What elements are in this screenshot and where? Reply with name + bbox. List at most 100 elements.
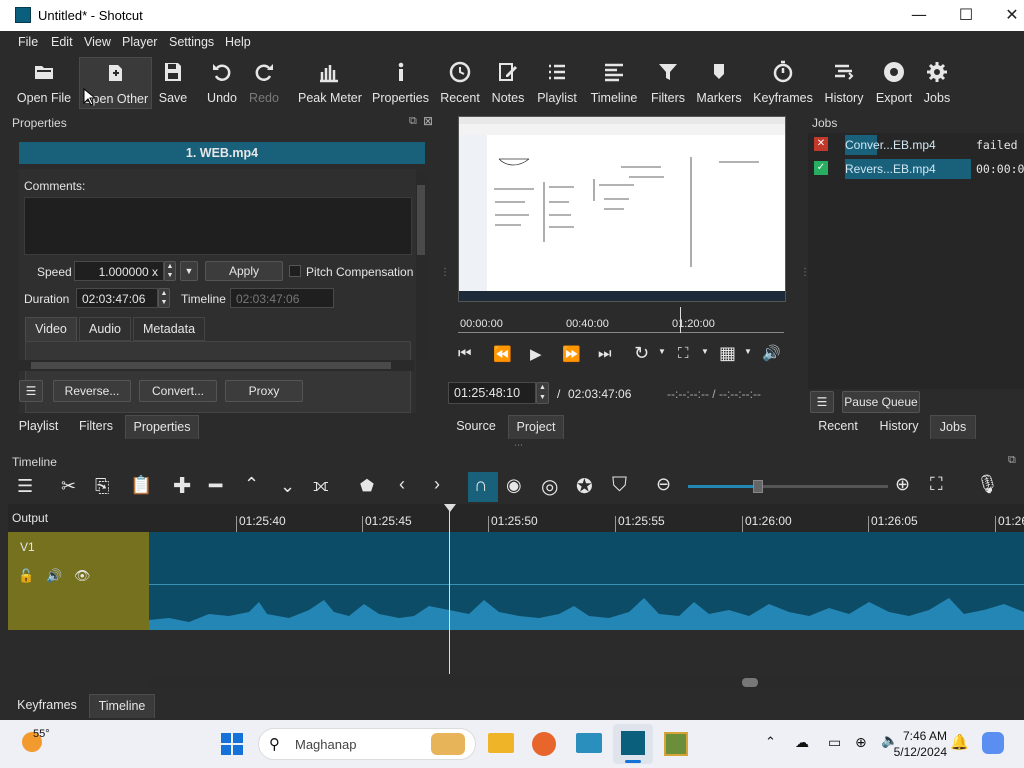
grid-icon[interactable]: ▦	[719, 343, 736, 364]
copilot-icon[interactable]	[982, 732, 1004, 754]
file-explorer-icon[interactable]	[488, 733, 514, 753]
fast-forward-icon[interactable]: ⏩	[562, 345, 581, 363]
panel-float-icon[interactable]: ⧉	[409, 115, 417, 128]
tab-audio[interactable]: Audio	[79, 317, 131, 341]
jobs-menu-button[interactable]: ☰	[810, 391, 834, 413]
pitch-compensation-checkbox[interactable]	[289, 265, 301, 277]
duration-field[interactable]: 02:03:47:06	[76, 288, 158, 308]
remote-desktop-icon[interactable]	[576, 733, 602, 753]
timeline-playhead-handle[interactable]	[444, 504, 456, 512]
volume-icon[interactable]: 🔊	[762, 344, 781, 362]
menu-settings[interactable]: Settings	[169, 35, 214, 49]
clock-time[interactable]: 7:46 AM	[897, 729, 947, 743]
clock-date[interactable]: 5/12/2024	[882, 745, 947, 759]
menu-edit[interactable]: Edit	[51, 35, 73, 49]
speed-field[interactable]: 1.000000 x	[74, 261, 164, 281]
search-box[interactable]: ⚲ Maghanap	[258, 728, 476, 760]
job-row[interactable]: ✕ Conver...EB.mp4 failed	[808, 135, 1024, 157]
skip-to-start-icon[interactable]: ⏮	[458, 345, 472, 362]
time-spinner[interactable]: ▲ ▼	[536, 382, 549, 404]
loop-dropdown-icon[interactable]: ▼	[658, 347, 666, 356]
properties-menu-button[interactable]: ☰	[19, 380, 43, 402]
properties-horizontal-scrollbar[interactable]	[19, 360, 414, 371]
maximize-button[interactable]: ☐	[943, 4, 989, 26]
menu-help[interactable]: Help	[225, 35, 251, 49]
lock-icon[interactable]: 🔓	[18, 568, 34, 584]
cut-icon[interactable]: ✂	[61, 476, 76, 497]
convert-button[interactable]: Convert...	[139, 380, 217, 402]
reverse-button[interactable]: Reverse...	[53, 380, 131, 402]
keyframes-button[interactable]: Keyframes	[753, 57, 813, 109]
export-button[interactable]: Export	[875, 57, 913, 109]
timeline-horizontal-scrollbar[interactable]	[148, 676, 1024, 688]
zoom-fit-icon[interactable]: ⛶	[678, 345, 689, 362]
ripple-all-icon[interactable]: ✪	[576, 474, 593, 499]
shotcut-taskbar-button[interactable]	[613, 724, 653, 764]
properties-button[interactable]: Properties	[372, 57, 429, 109]
next-marker-icon[interactable]: ›	[434, 474, 440, 495]
photo-app-icon[interactable]	[664, 732, 688, 756]
recent-button[interactable]: Recent	[440, 57, 480, 109]
zoom-dropdown-icon[interactable]: ▼	[701, 347, 709, 356]
tab-timeline[interactable]: Timeline	[89, 694, 155, 718]
notification-bell-icon[interactable]: 🔔	[950, 733, 969, 751]
cloud-offline-icon[interactable]: ☁	[795, 734, 809, 751]
menu-file[interactable]: File	[18, 35, 38, 49]
ripple-markers-icon[interactable]: ⛉	[612, 474, 627, 497]
zoom-slider[interactable]	[688, 480, 888, 493]
paste-icon[interactable]: 📋	[130, 475, 152, 496]
rewind-icon[interactable]: ⏪	[493, 345, 512, 363]
tab-history[interactable]: History	[872, 415, 926, 439]
marker-icon[interactable]: ⬟	[360, 476, 374, 496]
redo-button[interactable]: Redo	[247, 57, 281, 109]
tab-jobs[interactable]: Jobs	[930, 415, 976, 439]
scrub-icon[interactable]: ◉	[506, 475, 522, 496]
minimize-button[interactable]: —	[896, 4, 942, 26]
tab-keyframes[interactable]: Keyframes	[12, 694, 82, 718]
duration-spinner[interactable]: ▲ ▼	[158, 288, 170, 308]
overwrite-icon[interactable]: ⌄	[280, 476, 295, 497]
previous-marker-icon[interactable]: ‹	[399, 474, 405, 495]
tab-video[interactable]: Video	[25, 317, 77, 341]
speed-preset-dropdown[interactable]: ▼	[180, 261, 198, 281]
tab-filters[interactable]: Filters	[72, 415, 120, 439]
timeline-clip[interactable]	[149, 532, 1024, 630]
markers-button[interactable]: Markers	[696, 57, 742, 109]
timeline-button[interactable]: Timeline	[589, 57, 639, 109]
skip-to-end-icon[interactable]: ⏭	[598, 345, 612, 362]
current-time-field[interactable]: 01:25:48:10	[448, 382, 536, 404]
network-icon[interactable]: ⊕	[855, 734, 867, 751]
job-row[interactable]: ✓ Revers...EB.mp4 00:00:0	[808, 159, 1024, 181]
ripple-icon[interactable]: ◎	[541, 474, 558, 499]
tab-properties[interactable]: Properties	[125, 415, 199, 439]
player-ruler[interactable]: 00:00:00 00:40:00 01:20:00	[458, 307, 786, 335]
lift-icon[interactable]: ⌃	[244, 474, 259, 495]
tab-recent[interactable]: Recent	[810, 415, 866, 439]
display-icon[interactable]: ▭	[828, 734, 841, 751]
timeline-menu-icon[interactable]: ☰	[17, 476, 33, 497]
panel-close-icon[interactable]: ⊠	[423, 114, 433, 128]
append-icon[interactable]: ✚	[173, 473, 191, 499]
tab-project[interactable]: Project	[508, 415, 564, 439]
split-icon[interactable]: ⟗	[313, 475, 329, 496]
tab-playlist[interactable]: Playlist	[11, 415, 66, 439]
chevron-up-icon[interactable]: ⌃	[765, 734, 776, 750]
panel-float-icon[interactable]: ⧉	[1008, 454, 1016, 467]
zoom-fit-icon[interactable]: ⛶	[930, 474, 943, 495]
tab-source[interactable]: Source	[450, 415, 502, 439]
play-icon[interactable]: ▶	[530, 345, 542, 363]
zoom-in-icon[interactable]: ⊕	[895, 474, 910, 495]
loop-icon[interactable]: ↻	[634, 343, 649, 364]
save-button[interactable]: Save	[156, 57, 190, 109]
firefox-icon[interactable]	[532, 732, 556, 756]
timeline-playhead[interactable]	[449, 504, 450, 674]
grid-dropdown-icon[interactable]: ▼	[744, 347, 752, 356]
notes-button[interactable]: Notes	[490, 57, 526, 109]
close-button[interactable]: ✕	[989, 4, 1024, 26]
open-file-button[interactable]: Open File	[15, 57, 73, 109]
properties-vertical-scrollbar[interactable]	[416, 171, 426, 359]
track-header-v1[interactable]: V1 🔓 🔊 👁	[8, 532, 149, 630]
mute-icon[interactable]: 🔊	[46, 568, 62, 584]
jobs-button[interactable]: Jobs	[921, 57, 953, 109]
menu-view[interactable]: View	[84, 35, 111, 49]
